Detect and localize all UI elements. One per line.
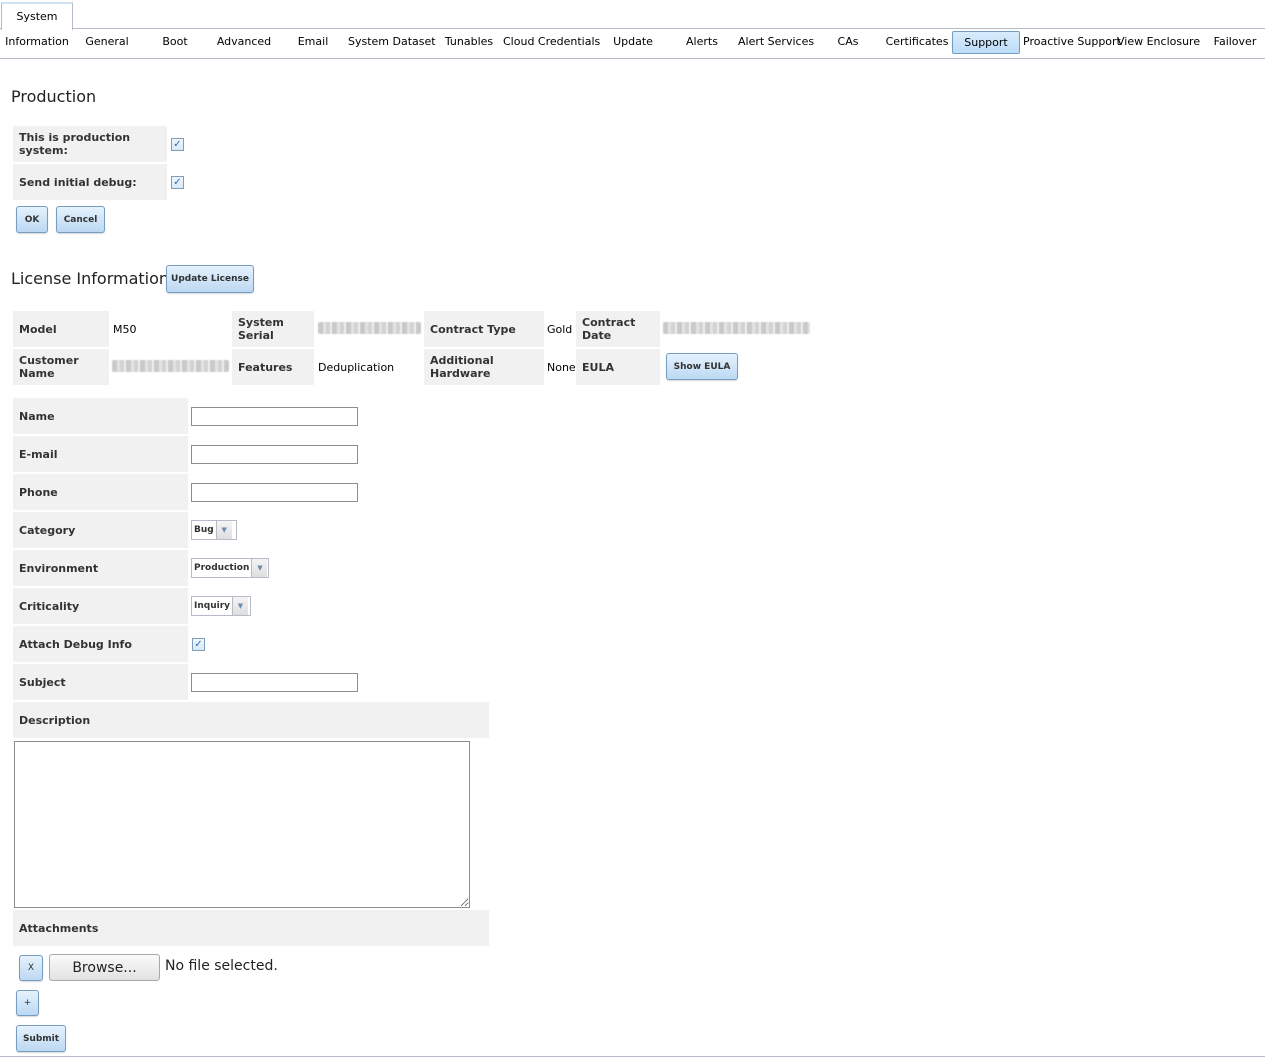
- check-icon: ✓: [173, 138, 182, 150]
- bottom-border: [0, 1056, 1265, 1057]
- license-title: License Information: [11, 269, 170, 288]
- production-system-checkbox[interactable]: ✓: [171, 138, 184, 151]
- cancel-button[interactable]: Cancel: [56, 206, 105, 233]
- submit-button[interactable]: Submit: [16, 1025, 66, 1052]
- browse-button[interactable]: Browse...: [49, 954, 160, 981]
- remove-attachment-button[interactable]: X: [19, 955, 43, 981]
- subtab-view-enclosure[interactable]: View Enclosure: [1117, 31, 1200, 54]
- subject-label: Subject: [13, 664, 188, 700]
- model-value: M50: [113, 322, 137, 336]
- chevron-down-icon[interactable]: ▼: [251, 559, 268, 577]
- name-input[interactable]: [191, 407, 358, 426]
- contract-date-redacted: [663, 322, 810, 334]
- subtab-failover[interactable]: Failover: [1210, 31, 1260, 54]
- phone-label: Phone: [13, 474, 188, 510]
- customer-name-label: Customer Name: [13, 349, 109, 385]
- file-status: No file selected.: [165, 958, 278, 974]
- subject-input[interactable]: [191, 673, 358, 692]
- subtab-proactive-support[interactable]: Proactive Support: [1023, 31, 1121, 54]
- subtab-system-dataset[interactable]: System Dataset: [348, 31, 436, 54]
- subtab-information[interactable]: Information: [3, 31, 71, 54]
- subtab-cloud-credentials[interactable]: Cloud Credentials: [503, 31, 600, 54]
- update-license-button[interactable]: Update License: [166, 265, 254, 293]
- subtab-tunables[interactable]: Tunables: [443, 31, 495, 54]
- tab-system[interactable]: System: [1, 2, 73, 30]
- show-eula-button[interactable]: Show EULA: [666, 353, 738, 380]
- subtab-alerts[interactable]: Alerts: [682, 31, 722, 54]
- contract-type-value: Gold: [547, 322, 573, 336]
- system-serial-label: System Serial: [232, 311, 314, 347]
- subtab-bar: Information General Boot Advanced Email …: [0, 29, 1265, 59]
- subtab-email[interactable]: Email: [293, 31, 333, 54]
- environment-label: Environment: [13, 550, 188, 586]
- production-title: Production: [11, 87, 97, 106]
- model-label: Model: [13, 311, 109, 347]
- features-label: Features: [232, 349, 314, 385]
- subtab-general[interactable]: General: [80, 31, 134, 54]
- description-label: Description: [13, 702, 489, 738]
- subtab-certificates[interactable]: Certificates: [885, 31, 949, 54]
- subtab-support[interactable]: Support: [952, 31, 1020, 54]
- features-value: Deduplication: [318, 360, 395, 374]
- environment-select[interactable]: Production ▼: [191, 558, 269, 578]
- criticality-select[interactable]: Inquiry ▼: [191, 596, 251, 616]
- phone-input[interactable]: [191, 483, 358, 502]
- production-system-label: This is production system:: [13, 126, 167, 162]
- email-input[interactable]: [191, 445, 358, 464]
- email-label: E-mail: [13, 436, 188, 472]
- category-value: Bug: [194, 525, 214, 535]
- category-select[interactable]: Bug ▼: [191, 520, 237, 540]
- subtab-boot[interactable]: Boot: [155, 31, 195, 54]
- subtab-advanced[interactable]: Advanced: [214, 31, 274, 54]
- subtab-cas[interactable]: CAs: [830, 31, 866, 54]
- chevron-down-icon[interactable]: ▼: [232, 597, 248, 615]
- check-icon: ✓: [194, 638, 203, 650]
- chevron-down-icon[interactable]: ▼: [215, 521, 232, 539]
- send-debug-checkbox[interactable]: ✓: [171, 176, 184, 189]
- additional-hardware-label: Additional Hardware: [424, 349, 544, 385]
- attach-debug-checkbox[interactable]: ✓: [192, 638, 205, 651]
- description-textarea[interactable]: [14, 741, 470, 908]
- name-label: Name: [13, 398, 188, 434]
- criticality-label: Criticality: [13, 588, 188, 624]
- check-icon: ✓: [173, 176, 182, 188]
- add-attachment-button[interactable]: +: [16, 990, 39, 1016]
- category-label: Category: [13, 512, 188, 548]
- send-debug-label: Send initial debug:: [13, 164, 167, 200]
- subtab-alert-services[interactable]: Alert Services: [738, 31, 814, 54]
- additional-hardware-value: None: [547, 360, 576, 374]
- customer-name-redacted: [112, 360, 229, 372]
- environment-value: Production: [194, 563, 250, 573]
- system-serial-redacted: [318, 322, 421, 334]
- criticality-value: Inquiry: [194, 601, 230, 611]
- eula-label: EULA: [576, 349, 660, 385]
- ok-button[interactable]: OK: [16, 206, 48, 233]
- contract-date-label: Contract Date: [576, 311, 660, 347]
- subtab-update[interactable]: Update: [610, 31, 656, 54]
- attach-debug-label: Attach Debug Info: [13, 626, 188, 662]
- attachments-label: Attachments: [13, 910, 489, 946]
- top-tab-bar: System: [0, 0, 1265, 30]
- contract-type-label: Contract Type: [424, 311, 544, 347]
